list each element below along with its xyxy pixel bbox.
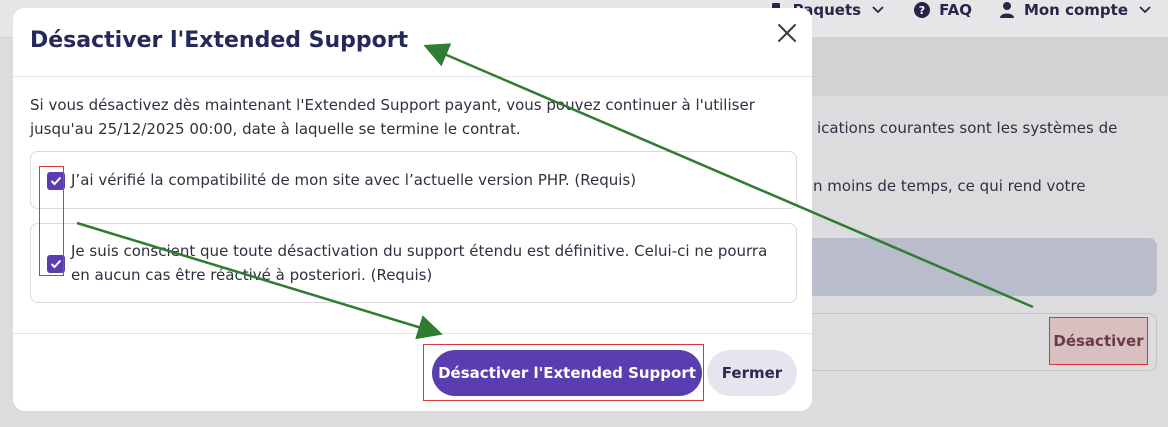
checkbox-php-label: J’ai vérifié la compatibilité de mon sit… — [71, 171, 637, 189]
top-nav: Paquets ? FAQ Mon compte — [767, 0, 1168, 20]
modal-description: Si vous désactivez dès maintenant l'Exte… — [30, 96, 755, 138]
checkbox-definitive-label: Je suis conscient que toute désactivatio… — [71, 242, 768, 284]
chevron-down-icon — [1136, 1, 1154, 19]
nav-account-label: Mon compte — [1023, 1, 1128, 19]
modal-header: Désactiver l'Extended Support — [13, 8, 812, 77]
modal-title: Désactiver l'Extended Support — [30, 28, 409, 53]
checkbox-card-php: J’ai vérifié la compatibilité de mon sit… — [30, 151, 797, 209]
background-text-2: n moins de temps, ce qui rend votre — [813, 177, 1086, 195]
background-panel — [812, 238, 1157, 296]
deactivate-button[interactable]: Désactiver — [1049, 317, 1148, 365]
nav-account[interactable]: Mon compte — [998, 1, 1154, 19]
close-button[interactable]: Fermer — [707, 350, 797, 396]
nav-faq-label: FAQ — [939, 1, 972, 19]
checkbox-highlight-box — [39, 166, 64, 276]
chevron-down-icon — [869, 1, 887, 19]
deactivate-modal: Désactiver l'Extended Support Si vous dé… — [13, 8, 812, 411]
background-text-1: ications courantes sont les systèmes de — [817, 119, 1118, 137]
checkbox-card-definitive: Je suis conscient que toute désactivatio… — [30, 223, 797, 303]
question-circle-icon: ? — [913, 1, 931, 19]
close-icon[interactable] — [776, 22, 798, 44]
confirm-deactivate-button[interactable]: Désactiver l'Extended Support — [432, 350, 702, 396]
svg-text:?: ? — [919, 4, 925, 17]
user-icon — [998, 1, 1016, 19]
nav-faq[interactable]: ? FAQ — [913, 1, 972, 19]
background-band — [812, 38, 1168, 96]
